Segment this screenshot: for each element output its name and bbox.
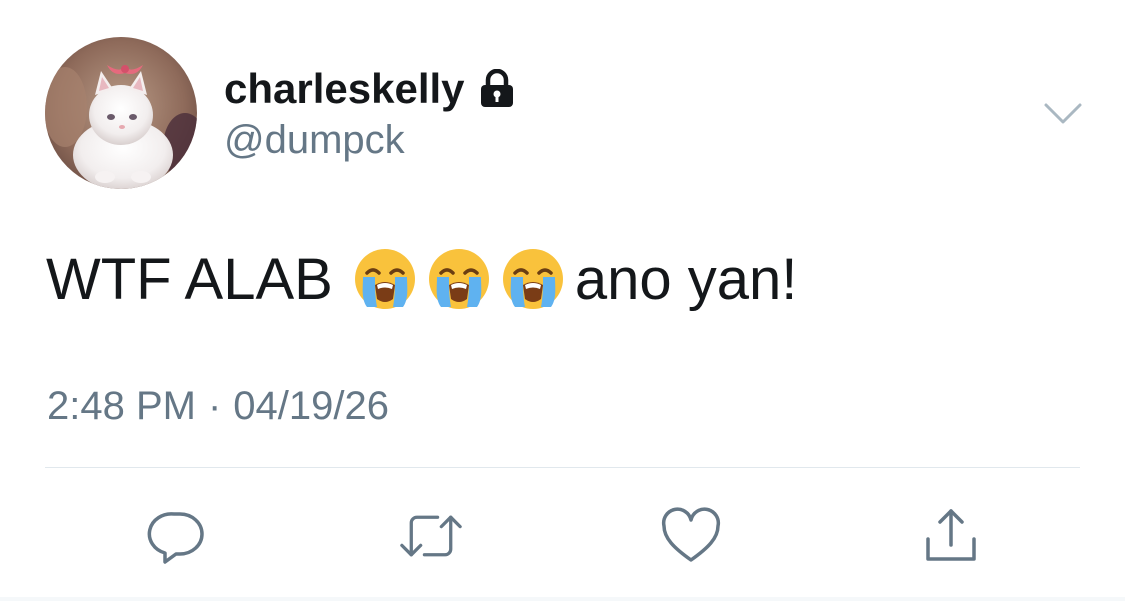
share-button[interactable] [920,505,982,567]
avatar[interactable] [45,37,197,189]
display-name[interactable]: charleskelly [224,65,465,113]
divider [45,467,1080,468]
chevron-down-icon[interactable] [1043,101,1083,127]
tweet-time: 2:48 PM [47,384,196,428]
loudly-crying-face-icon [501,247,565,311]
heart-icon [661,507,721,562]
bottom-divider [0,597,1125,601]
tweet-timestamp[interactable]: 2:48 PM · 04/19/26 [47,384,389,429]
tweet-date: 04/19/26 [233,384,389,428]
retweet-button[interactable] [400,505,462,567]
loudly-crying-face-icon [427,247,491,311]
reply-button[interactable] [146,505,208,567]
tweet-text: WTF ALAB ano yan! [46,244,797,314]
user-handle[interactable]: @dumpck [224,118,405,163]
share-icon [926,509,976,561]
like-button[interactable] [660,505,722,567]
reply-icon [147,512,204,564]
tweet-text-end: ano yan! [574,246,798,312]
tweet-card: charleskelly @dumpck WTF ALAB ano yan! 2… [0,0,1125,601]
retweet-icon [400,515,462,557]
user-name-row: charleskelly [224,62,515,116]
lock-icon [479,68,515,109]
loudly-crying-face-icon [353,247,417,311]
tweet-text-start: WTF ALAB [46,246,333,312]
timestamp-separator: · [207,384,222,428]
